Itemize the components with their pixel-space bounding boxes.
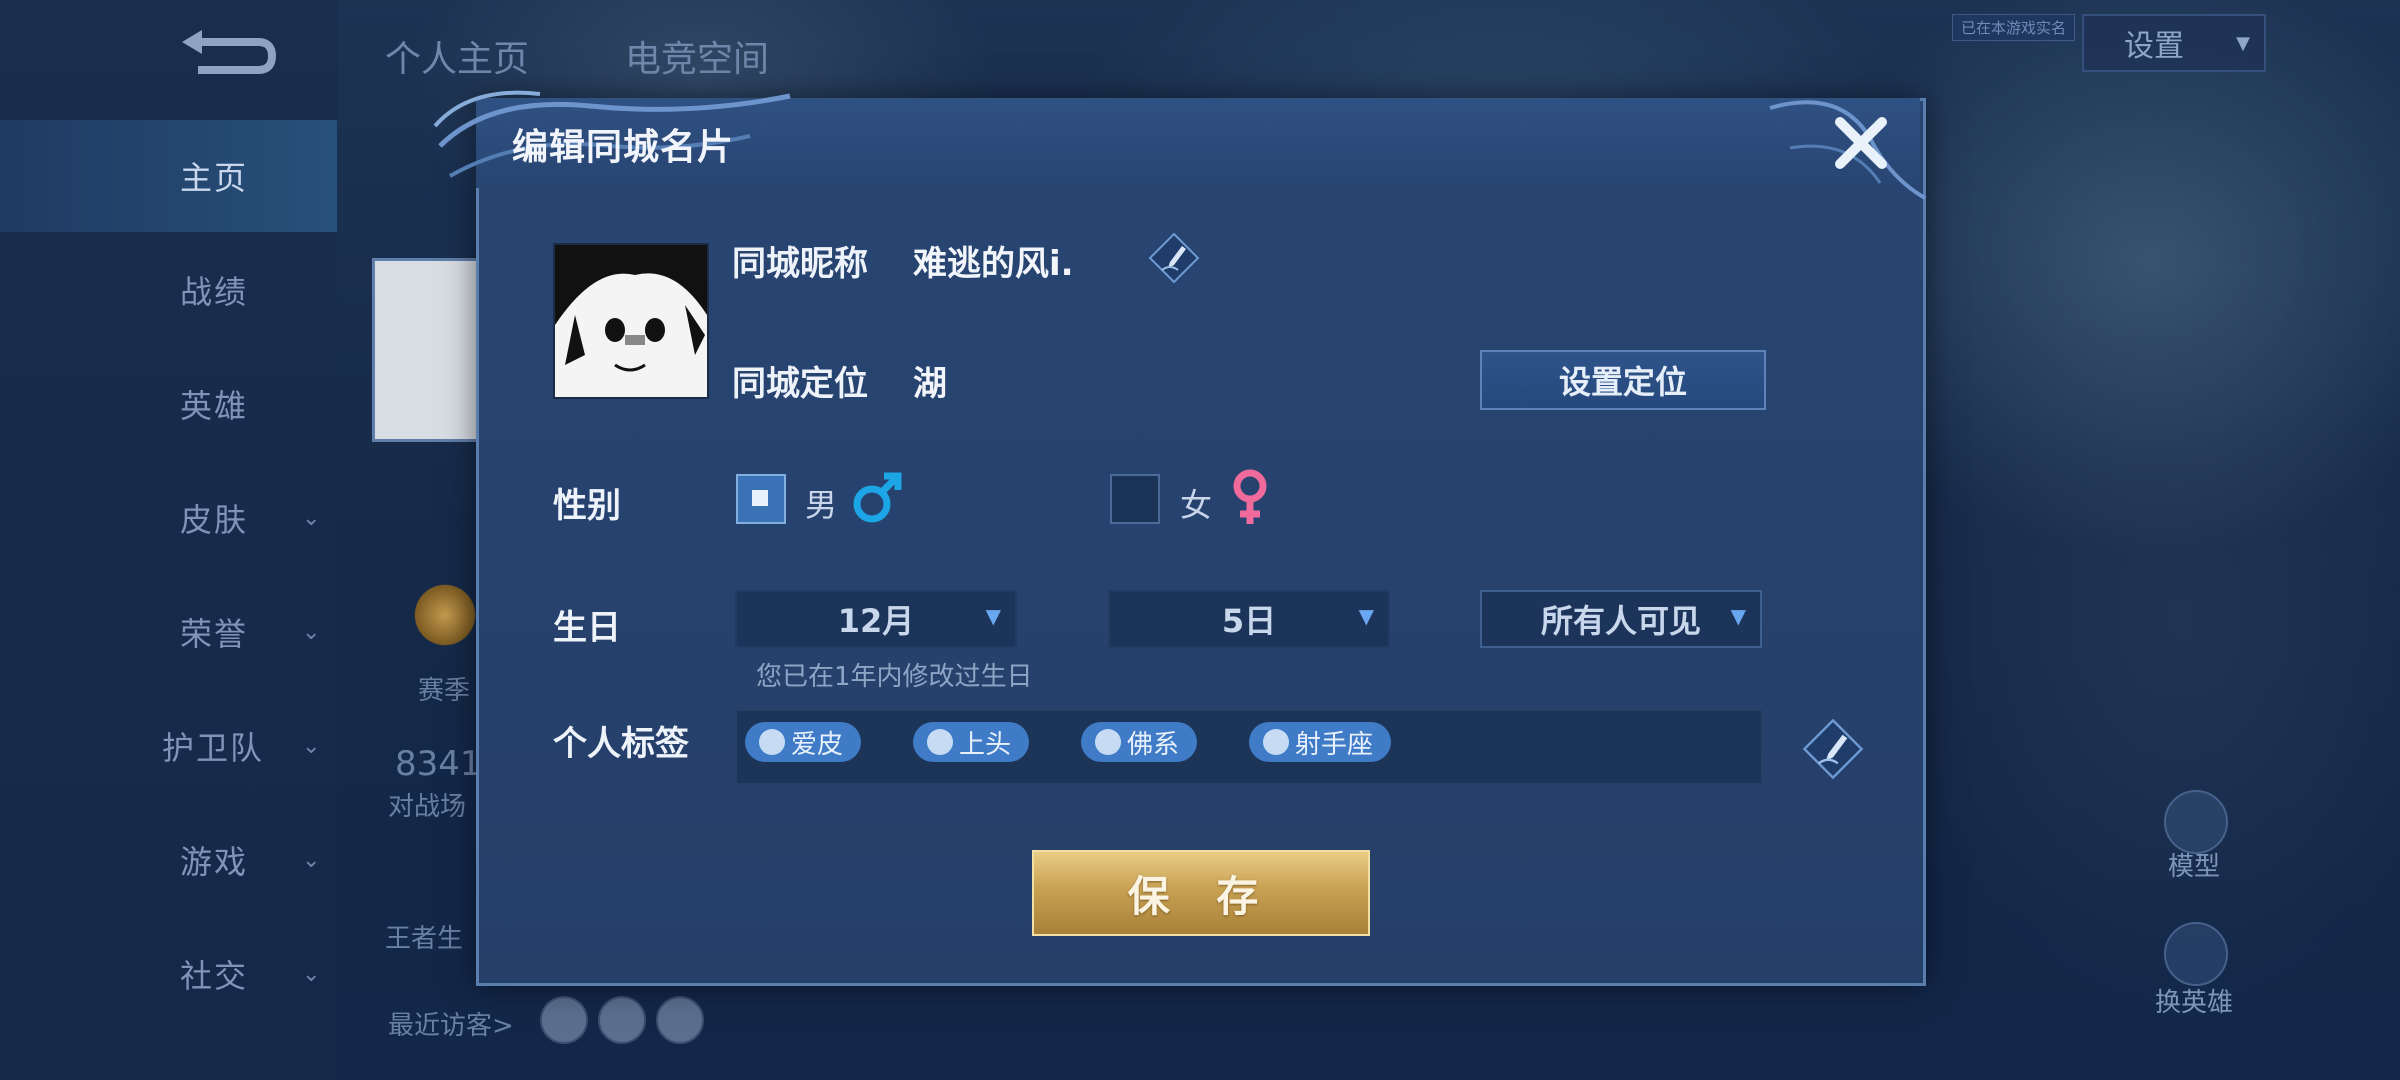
- sidebar-item-label: 荣誉: [180, 615, 249, 653]
- sagittarius-icon: [1263, 729, 1289, 755]
- tab-esports-space[interactable]: 电竞空间: [625, 30, 769, 82]
- tag-label: 上头: [959, 729, 1012, 760]
- visitor-avatar[interactable]: [656, 996, 704, 1044]
- gender-label: 性别: [553, 486, 621, 526]
- manga-avatar-image: [555, 245, 707, 397]
- birthday-day-value: 5日: [1221, 602, 1277, 640]
- chevron-down-icon: ⌄: [302, 961, 321, 987]
- sidebar-item-label: 主页: [180, 159, 249, 197]
- settings-label: 设置: [2124, 29, 2184, 64]
- chevron-down-icon: ▼: [2236, 32, 2250, 54]
- city-card-avatar[interactable]: [553, 243, 709, 399]
- sidebar-item-label: 社交: [180, 957, 249, 995]
- change-hero-label[interactable]: 换英雄: [2134, 982, 2254, 1019]
- sidebar-item-label: 护卫队: [162, 729, 265, 767]
- gender-female-checkbox[interactable]: [1110, 474, 1160, 524]
- realname-verified-badge: 已在本游戏实名: [1952, 14, 2076, 41]
- sidebar-item-label: 游戏: [180, 843, 249, 881]
- close-icon[interactable]: [1830, 112, 1892, 174]
- battle-text: 对战场: [388, 792, 467, 822]
- visitor-avatar[interactable]: [540, 996, 588, 1044]
- gender-female-label[interactable]: 女: [1180, 480, 1212, 526]
- gender-male-label[interactable]: 男: [805, 480, 837, 526]
- modal-title: 编辑同城名片: [512, 127, 735, 168]
- settings-dropdown[interactable]: 设置 ▼: [2082, 14, 2266, 72]
- gender-male-checkbox[interactable]: [736, 474, 786, 524]
- sidebar-item-records[interactable]: 战绩: [0, 234, 337, 346]
- visitor-avatar[interactable]: [598, 996, 646, 1044]
- sidebar-item-skins[interactable]: 皮肤 ⌄: [0, 462, 337, 574]
- personal-tags-label: 个人标签: [553, 724, 689, 764]
- rank-emblem-icon: [410, 580, 480, 650]
- model-icon[interactable]: [2164, 790, 2228, 854]
- edit-pen-icon[interactable]: [1148, 232, 1200, 284]
- birthday-month-select[interactable]: 12月 ▼: [735, 590, 1017, 648]
- tag-label: 佛系: [1127, 729, 1180, 760]
- birthday-visibility-value: 所有人可见: [1540, 602, 1701, 640]
- birthday-label: 生日: [553, 608, 621, 648]
- back-arrow-icon[interactable]: [178, 28, 278, 84]
- chevron-down-icon: ⌄: [302, 619, 321, 645]
- tag-chip[interactable]: 佛系: [1081, 722, 1198, 762]
- save-button[interactable]: 保 存: [1032, 850, 1370, 936]
- tag-label: 射手座: [1295, 729, 1374, 760]
- nickname-label: 同城昵称: [732, 244, 868, 284]
- sidebar-item-heroes[interactable]: 英雄: [0, 348, 337, 460]
- chevron-down-icon: ⌄: [302, 505, 321, 531]
- tag-label: 爱皮: [791, 729, 844, 760]
- chevron-down-icon: ▼: [1358, 604, 1374, 628]
- buddha-icon: [1095, 729, 1121, 755]
- recent-visitors-link[interactable]: 最近访客>: [388, 1005, 514, 1042]
- face-icon: [927, 729, 953, 755]
- tag-chip[interactable]: 上头: [913, 722, 1030, 762]
- nickname-value: 难逃的风i.: [913, 244, 1074, 284]
- male-symbol-icon: [853, 472, 902, 523]
- edit-tags-pen-icon[interactable]: [1802, 718, 1864, 780]
- tag-chip[interactable]: 爱皮: [745, 722, 862, 762]
- cat-icon: [759, 729, 785, 755]
- birthday-day-select[interactable]: 5日 ▼: [1108, 590, 1390, 648]
- set-location-button[interactable]: 设置定位: [1480, 350, 1766, 410]
- birthday-visibility-select[interactable]: 所有人可见 ▼: [1480, 590, 1762, 648]
- chevron-down-icon: ▼: [1730, 604, 1746, 628]
- sidebar-item-label: 皮肤: [180, 501, 249, 539]
- tag-chip[interactable]: 射手座: [1249, 722, 1392, 762]
- female-symbol-icon: [1233, 469, 1267, 524]
- tab-personal-home[interactable]: 个人主页: [385, 30, 529, 82]
- sidebar-item-guard[interactable]: 护卫队 ⌄: [0, 690, 337, 802]
- season-text: 赛季: [418, 676, 471, 706]
- profile-avatar-behind: [372, 258, 486, 442]
- sidebar-item-games[interactable]: 游戏 ⌄: [0, 804, 337, 916]
- score-text: 8341: [395, 744, 482, 784]
- sidebar-item-label: 战绩: [180, 273, 249, 311]
- chevron-down-icon: ⌄: [302, 847, 321, 873]
- model-label[interactable]: 模型: [2134, 846, 2254, 883]
- sidebar-item-social[interactable]: 社交 ⌄: [0, 918, 337, 1030]
- sidebar-item-home[interactable]: 主页: [0, 120, 337, 232]
- change-hero-icon[interactable]: [2164, 922, 2228, 986]
- king-text: 王者生: [385, 924, 464, 954]
- birthday-month-value: 12月: [837, 602, 915, 640]
- sidebar-item-label: 英雄: [180, 387, 249, 425]
- birthday-hint: 您已在1年内修改过生日: [756, 662, 1033, 692]
- location-value: 湖: [913, 364, 947, 404]
- chevron-down-icon: ▼: [985, 604, 1001, 628]
- location-label: 同城定位: [732, 364, 868, 404]
- chevron-down-icon: ⌄: [302, 733, 321, 759]
- sidebar-item-honor[interactable]: 荣誉 ⌄: [0, 576, 337, 688]
